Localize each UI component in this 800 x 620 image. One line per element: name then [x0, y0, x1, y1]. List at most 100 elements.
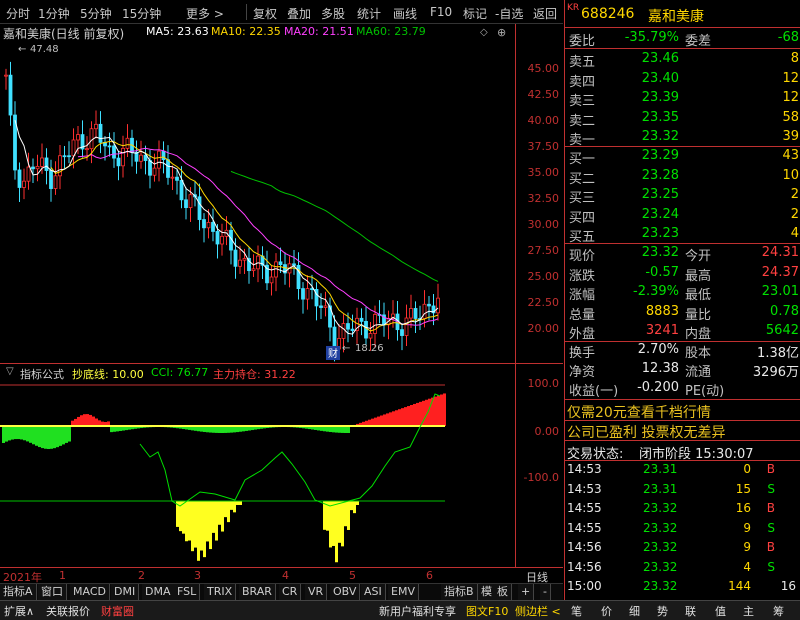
tab-board[interactable]: 板: [494, 584, 512, 601]
stat-label: 最低: [685, 288, 712, 303]
tab-fine[interactable]: 细: [629, 603, 640, 619]
dip-bar: [218, 501, 221, 525]
zoom-icon[interactable]: ⊕: [497, 26, 506, 39]
tab-15min[interactable]: 15分钟: [122, 5, 161, 22]
overlay-button[interactable]: 叠加: [287, 5, 311, 22]
back-button[interactable]: 返回: [533, 5, 557, 22]
tab-dmi[interactable]: DMI: [111, 584, 140, 601]
price-tick: 25.00: [527, 270, 560, 283]
bid-row: 买四 23.24 2: [567, 207, 799, 226]
level2-promo[interactable]: 仅需20元查看千档行情: [567, 402, 711, 422]
tab-trix[interactable]: TRIX: [204, 584, 237, 601]
candle-body: [112, 145, 116, 159]
tick-price: 23.32: [643, 579, 678, 593]
holding-bar: [401, 408, 404, 426]
tick-time: 14:56: [567, 559, 602, 574]
bid-volume: 4: [790, 226, 799, 241]
holding-bar: [224, 426, 227, 433]
tab-dma[interactable]: DMA: [142, 584, 175, 601]
holding-bar: [5, 426, 8, 442]
tab-5min[interactable]: 5分钟: [80, 5, 112, 22]
fund-row: 净资 12.38 流通 3296万: [567, 361, 799, 380]
tab-emv[interactable]: EMV: [388, 584, 419, 601]
tab-1min[interactable]: 1分钟: [38, 5, 70, 22]
adjust-button[interactable]: 复权: [253, 5, 277, 22]
tab-indicator-a[interactable]: 指标A: [0, 584, 37, 601]
candle-body: [62, 155, 67, 158]
stat-value: 0.78: [770, 303, 799, 319]
tab-brar[interactable]: BRAR: [239, 584, 276, 601]
holding-bar: [80, 415, 83, 426]
sidebar-toggle[interactable]: 侧边栏 <: [515, 603, 561, 619]
dip-bar: [188, 501, 191, 541]
candle-body: [422, 303, 427, 319]
mark-button[interactable]: 标记: [463, 5, 487, 22]
f10-button[interactable]: F10: [430, 5, 452, 19]
fund-label: 净资: [569, 365, 596, 380]
formula-label[interactable]: 指标公式: [20, 366, 64, 382]
date-axis: 2021年 1 2 3 4 5 6 日线: [0, 567, 563, 584]
remove-tab-button[interactable]: -: [540, 584, 551, 601]
watchlist-button[interactable]: -自选: [495, 5, 523, 22]
weibi-value: -35.79%: [624, 30, 679, 45]
bid-price: 23.23: [641, 226, 679, 241]
stat-value: -0.57: [645, 264, 679, 280]
holding-bar: [56, 426, 59, 448]
tab-fsl[interactable]: FSL: [174, 584, 201, 601]
candle-body: [89, 128, 94, 150]
tab-value[interactable]: 值: [715, 603, 726, 619]
stat-label: 外盘: [569, 327, 596, 342]
f10-text-button[interactable]: 图文F10: [466, 603, 508, 619]
related-quotes-button[interactable]: 关联报价: [46, 603, 90, 619]
holding-bar: [371, 418, 374, 426]
stats-button[interactable]: 统计: [357, 5, 381, 22]
tab-asi[interactable]: ASI: [361, 584, 386, 601]
new-user-promo-link[interactable]: 新用户福利专享: [379, 603, 456, 619]
holding-bar: [416, 402, 419, 426]
tab-obv[interactable]: OBV: [330, 584, 361, 601]
fund-label: 换手: [569, 346, 596, 361]
expand-button[interactable]: 扩展∧: [4, 603, 34, 619]
price-tick: 45.00: [527, 62, 560, 75]
indicator-tick: 100.0: [527, 377, 560, 390]
fund-label: 股本: [685, 346, 712, 361]
bid-volume: 43: [782, 148, 799, 163]
multi-stock-button[interactable]: 多股: [321, 5, 345, 22]
tab-cr[interactable]: CR: [279, 584, 302, 601]
holding-bar: [377, 416, 380, 426]
fund-row: 换手 2.70% 股本 1.38亿: [567, 342, 799, 361]
candle-body: [323, 305, 328, 308]
tab-link[interactable]: 联: [685, 603, 696, 619]
draw-line-button[interactable]: 画线: [393, 5, 417, 22]
indicator-chart[interactable]: [0, 382, 515, 567]
stat-value: 23.01: [761, 284, 799, 299]
tick-row: 14:53 23.31 0 B: [565, 462, 800, 479]
tab-trade-detail[interactable]: 笔: [571, 603, 582, 619]
holding-bar: [344, 426, 347, 433]
candle-body: [40, 157, 44, 167]
candle-body: [125, 137, 130, 149]
dip-bar: [233, 501, 236, 513]
more-menu[interactable]: 更多 >: [186, 5, 224, 22]
add-tab-button[interactable]: +: [518, 584, 535, 601]
fund-value: 3296万: [752, 365, 799, 380]
tab-main[interactable]: 主: [743, 603, 754, 619]
tab-intraday[interactable]: 分时: [6, 5, 30, 22]
tab-chips[interactable]: 筹: [773, 603, 784, 619]
holding-bar: [347, 426, 350, 433]
candlestick-chart[interactable]: ← 47.48 ← 18.26 财: [0, 40, 515, 362]
candle-body: [22, 180, 26, 188]
dip-bar: [332, 501, 335, 546]
tab-window[interactable]: 窗口: [38, 584, 67, 601]
tab-indicator-b[interactable]: 指标B: [441, 584, 478, 601]
tab-vr[interactable]: VR: [305, 584, 328, 601]
tab-macd[interactable]: MACD: [70, 584, 110, 601]
tick-price: 23.32: [643, 559, 678, 574]
wealth-circle-button[interactable]: 财富圈: [101, 603, 134, 619]
collapse-icon[interactable]: ▽: [6, 366, 14, 377]
settings-diamond-icon[interactable]: ◇: [480, 27, 488, 38]
holding-bar: [380, 415, 383, 426]
tab-price[interactable]: 价: [601, 603, 612, 619]
quote-panel: KR 688246 嘉和美康 委比 -35.79% 委差 -68 卖五 23.46…: [564, 0, 800, 600]
tab-trend[interactable]: 势: [657, 603, 668, 619]
